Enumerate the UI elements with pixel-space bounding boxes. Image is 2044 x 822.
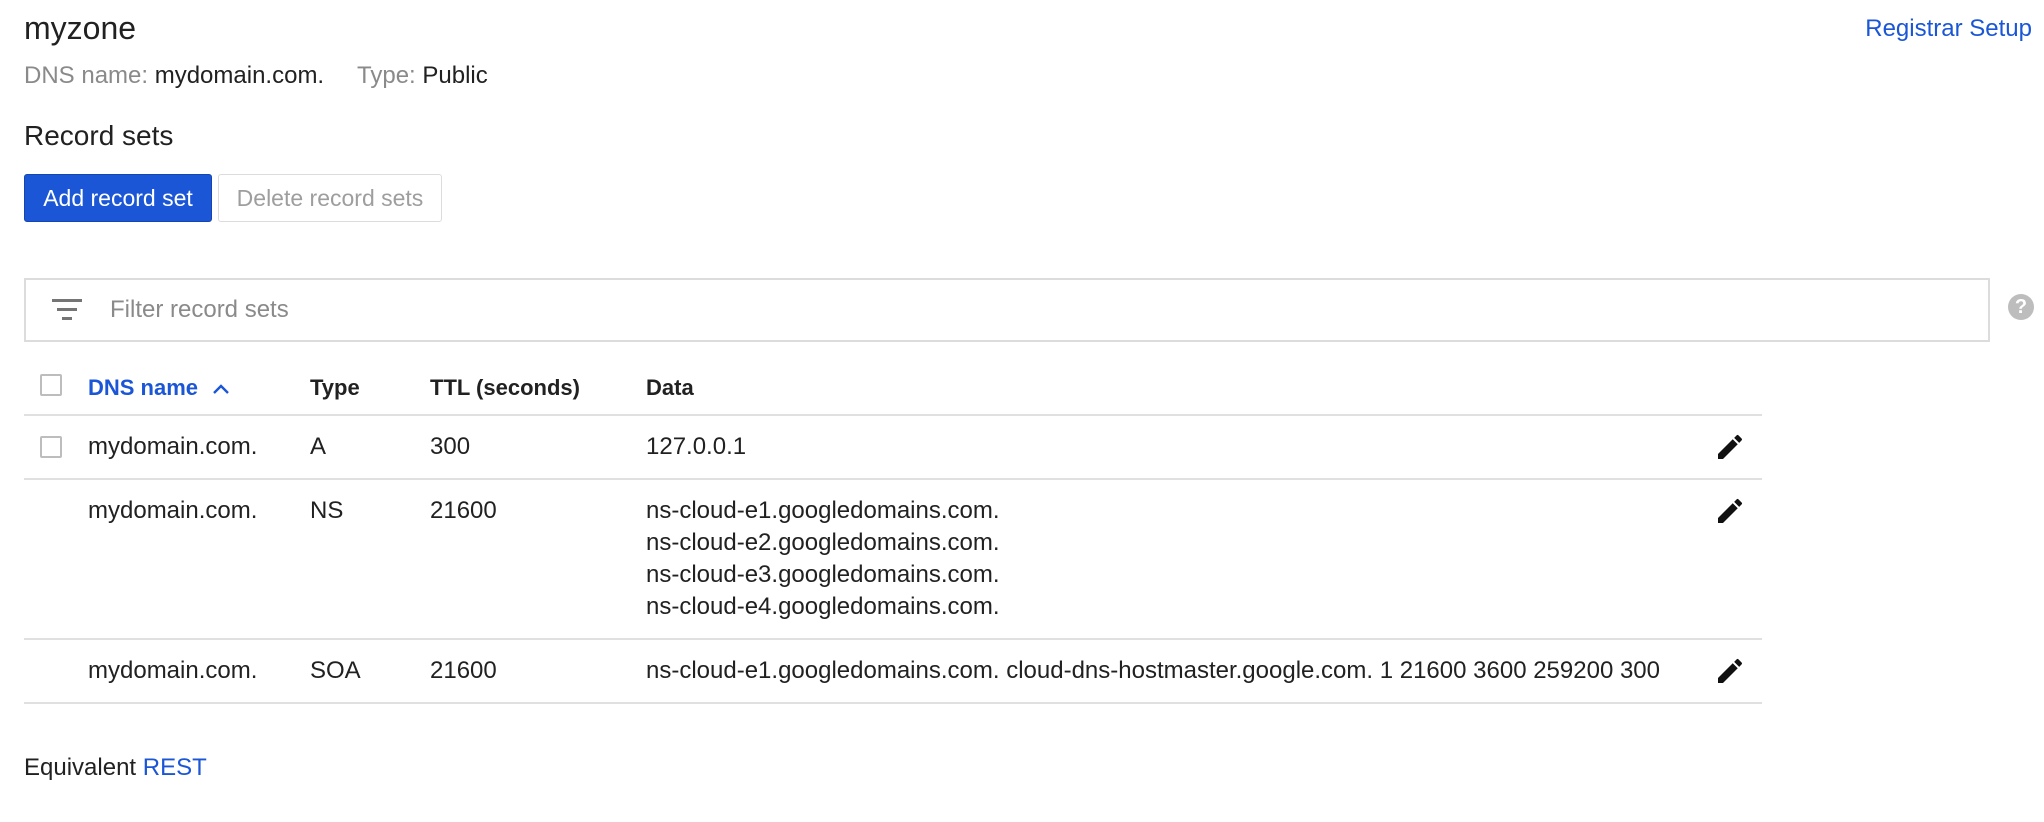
record-type: SOA [310, 657, 361, 684]
record-dns-name: mydomain.com. [88, 497, 258, 524]
record-data: ns-cloud-e1.googledomains.com. cloud-dns… [646, 655, 1660, 687]
record-data-line: 127.0.0.1 [646, 433, 747, 460]
table-header-row: DNS name Type TTL (seconds) Data [24, 362, 1762, 416]
edit-icon[interactable] [1714, 495, 1746, 527]
record-ttl: 300 [430, 433, 471, 460]
edit-icon[interactable] [1714, 431, 1746, 463]
select-all-checkbox[interactable] [40, 374, 62, 396]
column-header-ttl[interactable]: TTL (seconds) [430, 372, 580, 404]
record-ttl: 21600 [430, 657, 497, 684]
registrar-setup-link[interactable]: Registrar Setup [1865, 12, 2032, 46]
type-label: Type: [357, 62, 416, 89]
record-dns-name: mydomain.com. [88, 433, 258, 460]
zone-title: myzone [24, 10, 137, 46]
filter-input[interactable] [110, 290, 1950, 330]
record-sets-table: DNS name Type TTL (seconds) Data mydomai… [24, 362, 1762, 704]
column-header-type[interactable]: Type [310, 372, 360, 404]
dns-name-label: DNS name: [24, 62, 149, 89]
rest-link[interactable]: REST [143, 754, 207, 781]
edit-icon[interactable] [1714, 655, 1746, 687]
record-sets-heading: Record sets [24, 120, 174, 151]
row-checkbox[interactable] [40, 436, 62, 458]
delete-record-sets-button[interactable]: Delete record sets [218, 174, 442, 222]
filter-bar[interactable] [24, 278, 1990, 342]
column-header-dns-name[interactable]: DNS name [88, 372, 230, 404]
record-type: A [310, 433, 327, 460]
filter-icon[interactable] [52, 298, 82, 322]
sort-ascending-icon [213, 384, 230, 395]
column-header-data[interactable]: Data [646, 372, 694, 404]
equivalent-rest: Equivalent REST [24, 752, 207, 784]
table-row: mydomain.com. SOA 21600 ns-cloud-e1.goog… [24, 640, 1762, 704]
record-ttl: 21600 [430, 497, 497, 524]
record-data-line: ns-cloud-e3.googledomains.com. [646, 561, 1000, 588]
cloud-dns-zone-page: myzone Registrar Setup DNS name: mydomai… [0, 0, 2044, 822]
record-data-line: ns-cloud-e1.googledomains.com. [646, 497, 1000, 524]
dns-name-value: mydomain.com. [154, 62, 325, 89]
table-row: mydomain.com. NS 21600 ns-cloud-e1.googl… [24, 480, 1762, 640]
record-data: ns-cloud-e1.googledomains.com. ns-cloud-… [646, 495, 1000, 623]
add-record-set-button[interactable]: Add record set [24, 174, 212, 222]
table-row: mydomain.com. A 300 127.0.0.1 [24, 416, 1762, 480]
help-icon[interactable]: ? [2008, 294, 2034, 320]
equivalent-label: Equivalent [24, 754, 137, 781]
type-value: Public [422, 62, 488, 89]
record-dns-name: mydomain.com. [88, 657, 258, 684]
record-data-line: ns-cloud-e2.googledomains.com. [646, 529, 1000, 556]
zone-meta: DNS name: mydomain.com. Type: Public [24, 60, 488, 92]
record-data-line: ns-cloud-e4.googledomains.com. [646, 593, 1000, 620]
record-data-line: ns-cloud-e1.googledomains.com. cloud-dns… [646, 657, 1660, 684]
record-data: 127.0.0.1 [646, 431, 746, 463]
record-type: NS [310, 497, 344, 524]
